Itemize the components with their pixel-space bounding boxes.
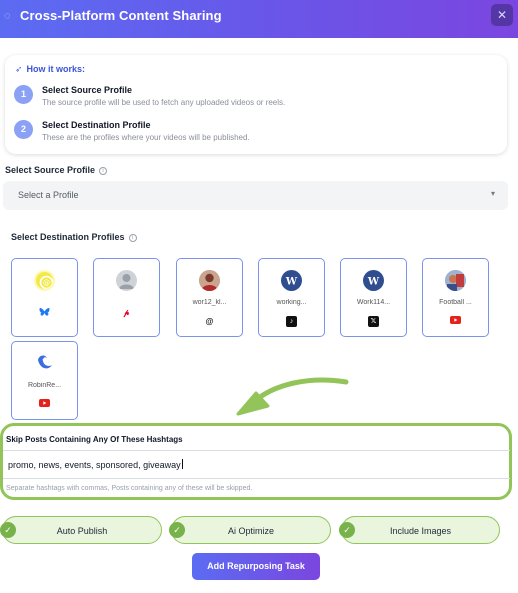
profile-name: RobinRe... [27, 382, 62, 389]
auto-publish-toggle[interactable]: ✓ Auto Publish [0, 516, 162, 544]
profile-name: working... [276, 299, 307, 306]
youtube-icon [450, 316, 461, 327]
how-it-works-title: How it works: [26, 64, 86, 74]
bluesky-icon [39, 307, 50, 318]
step-2-title: Select Destination Profile [42, 120, 151, 130]
pinterest-icon: 𝓅 [123, 308, 130, 317]
skip-hashtags-input[interactable]: promo, news, events, sponsored, giveaway [3, 450, 510, 479]
source-profile-label: Select Source Profile i [5, 165, 108, 175]
profile-name: wor12_kl... [192, 299, 227, 306]
add-repurposing-task-button[interactable]: Add Repurposing Task [192, 553, 320, 580]
skip-hashtags-value: promo, news, events, sponsored, giveaway [8, 460, 181, 470]
modal-header: ◌ Cross-Platform Content Sharing ✕ [0, 0, 518, 38]
text-cursor [181, 459, 183, 469]
how-it-works-heading: ➶ How it works: [15, 64, 85, 75]
step-1-desc: The source profile will be used to fetch… [42, 98, 286, 107]
profile-avatar [445, 270, 466, 291]
chevron-down-icon: ▾ [490, 189, 495, 198]
tiktok-icon: ♪ [286, 316, 297, 327]
destination-profile-card[interactable]: @ [11, 258, 78, 337]
how-it-works-panel: ➶ How it works: 1 Select Source Profile T… [5, 55, 507, 154]
destination-profiles-label: Select Destination Profiles i [11, 232, 137, 242]
profile-avatar [199, 270, 220, 291]
profile-avatar: W [281, 270, 302, 291]
modal-title: Cross-Platform Content Sharing [20, 8, 222, 23]
ai-optimize-toggle[interactable]: ✓ Ai Optimize [169, 516, 331, 544]
destination-profiles-label-text: Select Destination Profiles [11, 232, 125, 242]
skip-hashtags-help: Separate hashtags with commas, Posts con… [6, 485, 253, 492]
source-profile-label-text: Select Source Profile [5, 165, 96, 175]
include-images-label: Include Images [389, 526, 452, 536]
share-icon: ◌ [4, 10, 11, 22]
svg-text:W: W [367, 277, 380, 288]
youtube-icon [39, 399, 50, 410]
step-1-badge: 1 [14, 85, 33, 104]
destination-profile-card[interactable]: RobinRe... [11, 341, 78, 420]
source-profile-placeholder: Select a Profile [18, 190, 79, 200]
paper-plane-icon: ➶ [15, 64, 23, 74]
include-images-toggle[interactable]: ✓ Include Images [339, 516, 500, 544]
profile-avatar: W [363, 270, 384, 291]
profile-avatar: @ [34, 270, 55, 291]
profile-avatar [34, 353, 55, 374]
close-button[interactable]: ✕ [491, 4, 513, 26]
info-icon[interactable]: i [99, 167, 108, 175]
ai-optimize-label: Ai Optimize [227, 526, 274, 536]
destination-profile-card[interactable]: wor12_kl... @ [176, 258, 243, 337]
profile-avatar [116, 270, 137, 291]
destination-profile-card[interactable]: 𝓅 [93, 258, 160, 337]
auto-publish-label: Auto Publish [56, 526, 108, 536]
destination-profile-card[interactable]: Football ... [422, 258, 489, 337]
step-2-desc: These are the profiles where your videos… [42, 133, 250, 142]
threads-icon: @ [205, 317, 214, 326]
step-2-badge: 2 [14, 120, 33, 139]
skip-hashtags-label: Skip Posts Containing Any Of These Hasht… [6, 435, 183, 444]
step-1-title: Select Source Profile [42, 85, 133, 95]
destination-profile-card[interactable]: W Work114... 𝕏 [340, 258, 407, 337]
x-icon: 𝕏 [368, 316, 379, 327]
skip-hashtags-section: Skip Posts Containing Any Of These Hasht… [0, 423, 512, 500]
info-icon[interactable]: i [128, 234, 137, 242]
svg-text:@: @ [43, 279, 50, 287]
source-profile-select[interactable]: Select a Profile ▾ [3, 181, 508, 210]
profile-name: Work114... [356, 299, 391, 306]
svg-text:W: W [285, 277, 298, 288]
destination-profile-card[interactable]: W working... ♪ [258, 258, 325, 337]
profile-name: Football ... [439, 299, 472, 306]
